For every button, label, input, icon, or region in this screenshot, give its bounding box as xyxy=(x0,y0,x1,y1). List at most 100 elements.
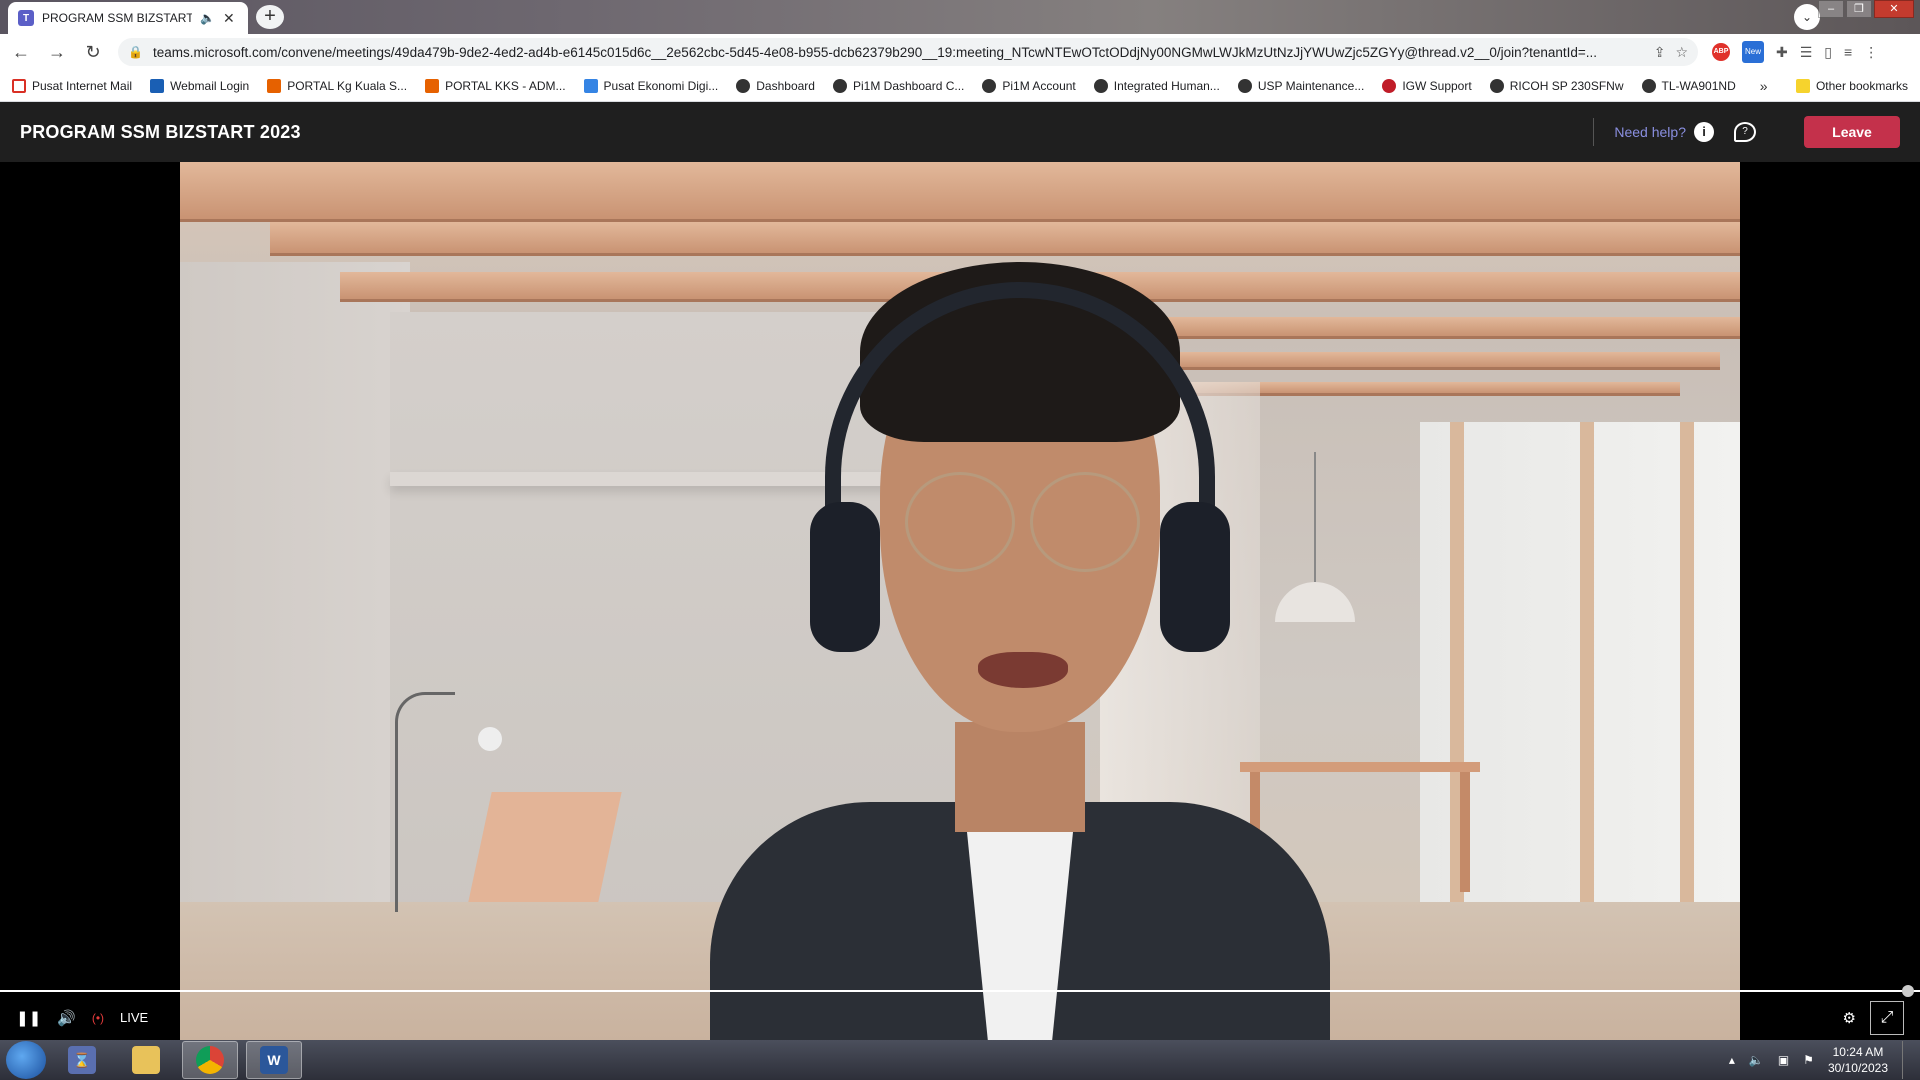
star-icon[interactable]: ☆ xyxy=(1675,44,1688,61)
show-desktop-button[interactable] xyxy=(1902,1041,1914,1079)
need-help-link[interactable]: Need help? i xyxy=(1614,122,1714,142)
minimize-button[interactable]: – xyxy=(1818,0,1844,18)
bookmark-label: TL-WA901ND xyxy=(1661,78,1736,93)
fullscreen-button[interactable]: ⤢ xyxy=(1870,1000,1904,1035)
tray-flag-icon[interactable]: ⚑ xyxy=(1803,1053,1814,1067)
bookmark-item[interactable]: Pusat Ekonomi Digi... xyxy=(583,78,718,93)
new-extension-icon[interactable]: New xyxy=(1742,41,1764,63)
player-controls: ❚❚ 🔊 (•) LIVE ⚙ ⤢ xyxy=(0,995,1920,1040)
folder-icon xyxy=(1795,78,1810,93)
header-divider xyxy=(1593,118,1595,146)
other-bookmarks-label: Other bookmarks xyxy=(1815,78,1908,93)
floor-lamp-bulb xyxy=(478,727,502,751)
share-icon[interactable]: ⇪ xyxy=(1654,44,1666,61)
progress-fill xyxy=(0,990,1920,992)
taskbar-app-hourglass[interactable]: ⌛ xyxy=(54,1041,110,1079)
globe-icon xyxy=(1237,78,1252,93)
bookmark-item[interactable]: PORTAL KKS - ADM... xyxy=(425,78,566,93)
ceiling-beam xyxy=(180,162,1740,222)
tray-volume-icon[interactable]: 🔈 xyxy=(1749,1053,1764,1067)
meeting-header: PROGRAM SSM BIZSTART 2023 Need help? i ?… xyxy=(0,102,1920,162)
clock-date: 30/10/2023 xyxy=(1827,1061,1888,1075)
bookmark-item[interactable]: RICOH SP 230SFNw xyxy=(1489,78,1624,93)
table-leg xyxy=(1460,772,1470,892)
info-icon: i xyxy=(1694,122,1714,142)
close-tab-icon[interactable]: ✕ xyxy=(223,10,235,27)
glasses xyxy=(1030,472,1140,572)
chrome-icon xyxy=(196,1046,224,1074)
meeting-title: PROGRAM SSM BIZSTART 2023 xyxy=(20,121,301,142)
presenter xyxy=(710,242,1330,1040)
bookmark-label: USP Maintenance... xyxy=(1257,78,1365,93)
lock-icon[interactable]: 🔒 xyxy=(128,45,143,59)
start-button[interactable] xyxy=(6,1041,46,1079)
taskbar-app-explorer[interactable] xyxy=(118,1041,174,1079)
bookmark-item[interactable]: Pusat Internet Mail xyxy=(12,78,132,93)
menu-icon[interactable]: ⋮ xyxy=(1864,44,1878,61)
bookmark-item[interactable]: IGW Support xyxy=(1382,78,1472,93)
bookmark-label: Dashboard xyxy=(756,78,815,93)
live-label: LIVE xyxy=(120,1010,149,1025)
url-text[interactable]: teams.microsoft.com/convene/meetings/49d… xyxy=(153,45,1644,60)
floor-lamp xyxy=(395,692,455,912)
settings-icon[interactable]: ⚙ xyxy=(1843,1009,1856,1027)
bookmark-item[interactable]: Webmail Login xyxy=(150,78,250,93)
extensions-area: ABP New ✚ ☰ ▯ ≡ ⋮ xyxy=(1712,41,1878,63)
pause-icon[interactable]: ❚❚ xyxy=(16,1009,41,1027)
side-panel-icon[interactable]: ▯ xyxy=(1824,44,1832,61)
volume-icon[interactable]: 🔊 xyxy=(57,1009,76,1027)
bookmark-item[interactable]: TL-WA901ND xyxy=(1641,78,1736,93)
teams-icon: T xyxy=(18,10,34,26)
tab-search-icon[interactable]: ⌄ xyxy=(1794,4,1820,30)
bookmark-label: Webmail Login xyxy=(170,78,250,93)
globe-icon xyxy=(832,78,847,93)
close-window-button[interactable]: ✕ xyxy=(1874,0,1914,18)
window-frame xyxy=(1580,422,1594,942)
chat-icon[interactable]: ? xyxy=(1734,122,1756,142)
adblock-icon[interactable]: ABP xyxy=(1712,43,1730,61)
reading-list-icon[interactable]: ☰ xyxy=(1800,44,1813,61)
bookmarks-overflow-icon[interactable]: » xyxy=(1760,78,1768,94)
clock[interactable]: 10:24 AM 30/10/2023 xyxy=(1828,1044,1888,1076)
tray-expand-icon[interactable]: ▴ xyxy=(1729,1053,1735,1067)
extension-icon[interactable]: ≡ xyxy=(1844,44,1852,60)
forward-icon[interactable]: → xyxy=(46,42,68,63)
speaker-icon[interactable]: 🔈 xyxy=(200,11,215,25)
bookmark-label: PORTAL Kg Kuala S... xyxy=(287,78,408,93)
taskbar-app-word[interactable]: W xyxy=(246,1041,302,1079)
support-icon xyxy=(1382,78,1397,93)
bookmark-label: RICOH SP 230SFNw xyxy=(1509,78,1624,93)
address-bar[interactable]: 🔒 teams.microsoft.com/convene/meetings/4… xyxy=(118,38,1698,66)
restore-button[interactable]: ❐ xyxy=(1846,0,1872,18)
back-icon[interactable]: ← xyxy=(10,42,32,63)
bookmark-item[interactable]: Pi1M Dashboard C... xyxy=(832,78,964,93)
globe-icon xyxy=(1641,78,1656,93)
bookmarks-bar: Pusat Internet Mail Webmail Login PORTAL K… xyxy=(0,70,1920,102)
system-tray: ▴ 🔈 ▣ ⚑ 10:24 AM 30/10/2023 xyxy=(1729,1041,1914,1079)
puzzle-icon[interactable]: ✚ xyxy=(1776,44,1788,61)
new-tab-button[interactable]: + xyxy=(256,5,284,29)
tab-title: PROGRAM SSM BIZSTART 2023 xyxy=(42,11,192,25)
hourglass-icon: ⌛ xyxy=(68,1046,96,1074)
video-progress-bar[interactable] xyxy=(0,985,1920,997)
bookmark-item[interactable]: Pi1M Account xyxy=(982,78,1076,93)
bookmark-item[interactable]: Dashboard xyxy=(736,78,815,93)
other-bookmarks[interactable]: Other bookmarks xyxy=(1795,78,1908,93)
live-video[interactable] xyxy=(180,162,1740,1040)
leave-button[interactable]: Leave xyxy=(1804,116,1900,148)
globe-icon xyxy=(982,78,997,93)
bookmark-item[interactable]: USP Maintenance... xyxy=(1237,78,1365,93)
header-actions: Need help? i ? Leave xyxy=(1593,116,1900,148)
browser-tab[interactable]: T PROGRAM SSM BIZSTART 2023 🔈 ✕ xyxy=(8,2,248,34)
tray-network-icon[interactable]: ▣ xyxy=(1778,1053,1789,1067)
bookmark-item[interactable]: Integrated Human... xyxy=(1093,78,1220,93)
bookmark-item[interactable]: PORTAL Kg Kuala S... xyxy=(267,78,408,93)
reload-icon[interactable]: ↻ xyxy=(82,42,104,63)
mouth xyxy=(978,652,1068,688)
browser-tab-strip: T PROGRAM SSM BIZSTART 2023 🔈 ✕ + ⌄ – ❐ … xyxy=(0,0,1920,34)
mail-icon xyxy=(150,78,165,93)
glasses xyxy=(905,472,1015,572)
need-help-label: Need help? xyxy=(1614,124,1686,140)
headphone-earcup xyxy=(1160,502,1230,652)
taskbar-app-chrome[interactable] xyxy=(182,1041,238,1079)
